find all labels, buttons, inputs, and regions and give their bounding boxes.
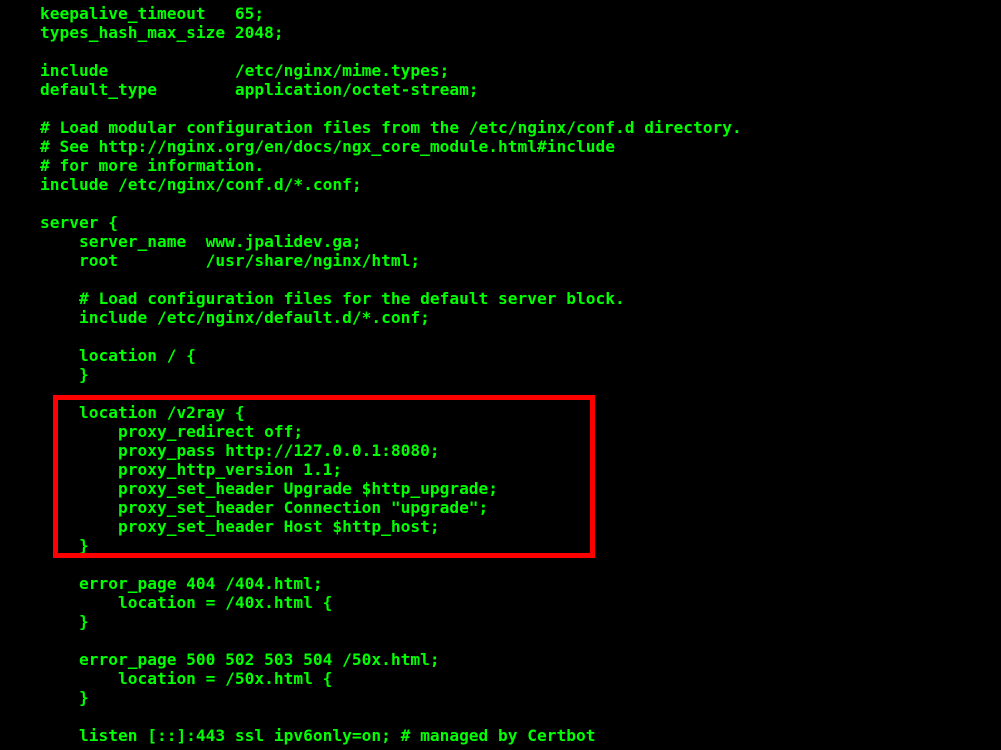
config-line: proxy_set_header Upgrade $http_upgrade; — [40, 479, 498, 498]
config-line: default_type application/octet-stream; — [40, 80, 479, 99]
config-line: error_page 404 /404.html; — [40, 574, 323, 593]
config-line: # See http://nginx.org/en/docs/ngx_core_… — [40, 137, 615, 156]
config-line: location = /40x.html { — [40, 593, 332, 612]
config-line: } — [40, 365, 89, 384]
config-line: listen [::]:443 ssl ipv6only=on; # manag… — [40, 726, 596, 745]
config-line: # Load configuration files for the defau… — [40, 289, 625, 308]
config-line: location /v2ray { — [40, 403, 245, 422]
config-line: types_hash_max_size 2048; — [40, 23, 284, 42]
config-line: include /etc/nginx/mime.types; — [40, 61, 449, 80]
config-line: proxy_set_header Connection "upgrade"; — [40, 498, 488, 517]
config-line: error_page 500 502 503 504 /50x.html; — [40, 650, 440, 669]
config-line: } — [40, 612, 89, 631]
config-line: include /etc/nginx/default.d/*.conf; — [40, 308, 430, 327]
config-line: root /usr/share/nginx/html; — [40, 251, 420, 270]
config-line: include /etc/nginx/conf.d/*.conf; — [40, 175, 362, 194]
config-line: location = /50x.html { — [40, 669, 332, 688]
config-line: proxy_http_version 1.1; — [40, 460, 342, 479]
config-line: server_name www.jpalidev.ga; — [40, 232, 362, 251]
config-line: proxy_set_header Host $http_host; — [40, 517, 440, 536]
config-line: server { — [40, 213, 118, 232]
config-line: proxy_redirect off; — [40, 422, 303, 441]
config-line: keepalive_timeout 65; — [40, 4, 264, 23]
config-line: } — [40, 536, 89, 555]
config-line: } — [40, 688, 89, 707]
config-line: location / { — [40, 346, 196, 365]
terminal-output[interactable]: keepalive_timeout 65; types_hash_max_siz… — [0, 0, 742, 745]
config-line: proxy_pass http://127.0.0.1:8080; — [40, 441, 440, 460]
config-line: # for more information. — [40, 156, 264, 175]
config-line: # Load modular configuration files from … — [40, 118, 742, 137]
